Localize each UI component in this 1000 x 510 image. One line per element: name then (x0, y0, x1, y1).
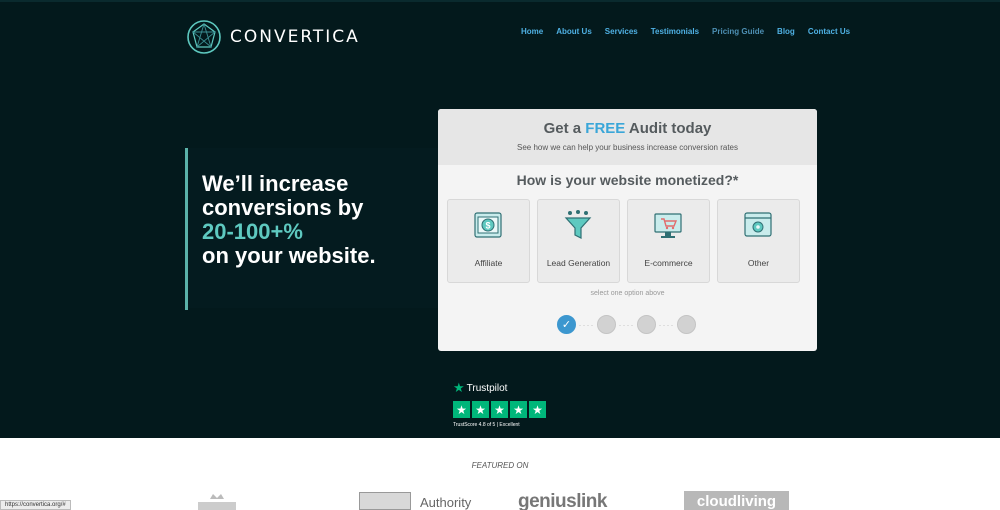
featured-on-heading: FEATURED ON (471, 461, 529, 470)
trustpilot-name: Trustpilot (466, 382, 508, 394)
main-nav: Home About Us Services Testimonials Pric… (521, 27, 863, 36)
geniuslink-logo: geniuslink (518, 491, 607, 510)
rating-star-icon: ★ (510, 401, 527, 418)
option-lead-generation[interactable]: Lead Generation (537, 199, 620, 283)
trustpilot-star-icon: ★ (453, 380, 465, 395)
top-border (0, 0, 1000, 2)
trustpilot-score: TrustScore 4.8 of 5 | Excellent (453, 422, 520, 428)
rating-star-icon: ★ (472, 401, 489, 418)
authority-logo: Authority (420, 495, 472, 510)
audit-form-header: Get a FREE Audit today See how we can he… (438, 109, 817, 165)
lead-funnel-icon (564, 210, 592, 239)
headline-line-1: We’ll increase (202, 171, 349, 196)
audit-form-title: Get a FREE Audit today (438, 109, 817, 137)
step-4 (677, 315, 696, 334)
brand-name: CONVERTICA (230, 27, 360, 47)
title-prefix: Get a (543, 120, 586, 137)
trustpilot-widget[interactable]: ★ Trustpilot ★ ★ ★ ★ ★ TrustScore 4.8 of… (453, 380, 548, 428)
convertica-logo-icon (187, 20, 221, 54)
step-3 (637, 315, 656, 334)
nav-about-us[interactable]: About Us (556, 27, 592, 36)
ecommerce-cart-icon (654, 213, 682, 238)
nav-blog[interactable]: Blog (777, 27, 795, 36)
status-bar-url: https://convertica.org/# (0, 500, 71, 510)
headline-line-4: on your website. (202, 243, 376, 268)
option-affiliate-label: Affiliate (474, 258, 503, 268)
nav-contact-us[interactable]: Contact Us (808, 27, 850, 36)
nav-pricing-guide[interactable]: Pricing Guide (712, 27, 764, 36)
headline-accent-bar (185, 148, 188, 310)
hero-headline: We’ll increase conversions by 20-100+% o… (202, 172, 376, 268)
option-ecommerce[interactable]: E-commerce (627, 199, 710, 283)
option-lead-generation-label: Lead Generation (546, 258, 611, 268)
title-free: FREE (585, 120, 626, 137)
rating-star-icon: ★ (529, 401, 546, 418)
step-2 (597, 315, 616, 334)
trustpilot-brand: ★ Trustpilot (453, 380, 548, 396)
crown-logo-icon (198, 494, 236, 510)
form-progress-steps: ✓ ···· ···· ···· (557, 315, 696, 334)
nav-services[interactable]: Services (605, 27, 638, 36)
monetization-options: $ Affiliate Lead Generation E-commerce O… (447, 199, 807, 283)
option-other[interactable]: Other (717, 199, 800, 283)
option-affiliate[interactable]: $ Affiliate (447, 199, 530, 283)
hero-section: CONVERTICA Home About Us Services Testim… (0, 0, 1000, 438)
select-hint: select one option above (590, 290, 665, 297)
featured-logos: Authority geniuslink cloudliving (0, 490, 1000, 510)
site-logo[interactable]: CONVERTICA (186, 19, 360, 55)
nav-home[interactable]: Home (521, 27, 543, 36)
option-other-label: Other (747, 258, 770, 268)
affiliate-money-icon: $ (474, 212, 502, 238)
rating-star-icon: ★ (453, 401, 470, 418)
monetization-question: How is your website monetized?* (516, 172, 739, 188)
rating-star-icon: ★ (491, 401, 508, 418)
svg-text:$: $ (485, 221, 490, 231)
step-connector: ···· (658, 319, 675, 330)
option-ecommerce-label: E-commerce (644, 258, 693, 268)
audit-form-card: Get a FREE Audit today See how we can he… (438, 109, 817, 351)
cloudliving-logo: cloudliving (684, 491, 789, 510)
authority-logo-mark (359, 492, 411, 510)
step-1-check-icon: ✓ (557, 315, 576, 334)
headline-line-2: conversions by (202, 195, 364, 220)
audit-form-subtitle: See how we can help your business increa… (516, 143, 738, 152)
headline-percentage: 20-100+% (202, 219, 303, 244)
other-browser-icon (744, 212, 772, 237)
nav-testimonials[interactable]: Testimonials (651, 27, 699, 36)
step-connector: ···· (578, 319, 595, 330)
title-suffix: Audit today (625, 120, 712, 137)
step-connector: ···· (618, 319, 635, 330)
trustpilot-rating-stars: ★ ★ ★ ★ ★ (453, 401, 548, 418)
